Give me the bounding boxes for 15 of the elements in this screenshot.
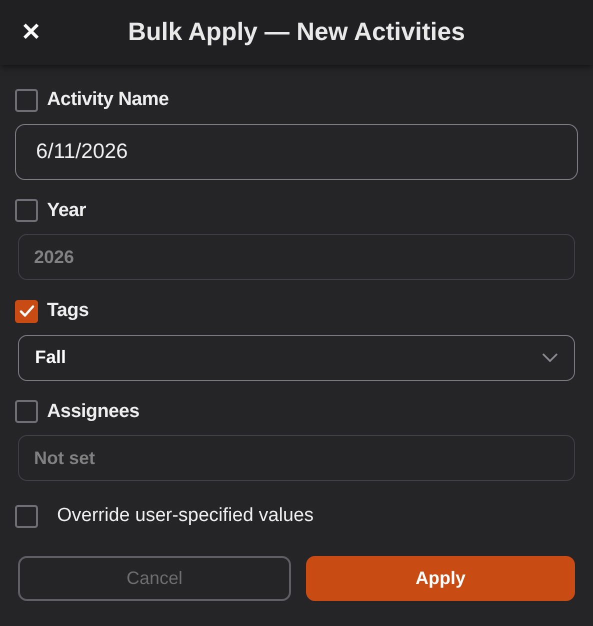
field-label: Tags: [47, 299, 89, 323]
field-label: Assignees: [47, 400, 140, 424]
apply-button[interactable]: Apply: [306, 556, 575, 600]
field-label: Year: [47, 198, 86, 222]
override-label: Override user-specified values: [57, 504, 314, 528]
window-title: Bulk Apply — New Activities: [126, 16, 466, 48]
field-label: Activity Name: [47, 88, 169, 112]
tags-dropdown[interactable]: Fall: [18, 334, 575, 380]
input-field[interactable]: 6/11/2026: [15, 124, 578, 180]
checkbox[interactable]: [15, 504, 38, 528]
checkmark-icon: [18, 303, 34, 320]
chevron-down-icon: [542, 352, 558, 362]
close-button[interactable]: ✕: [20, 20, 42, 44]
checkbox[interactable]: [15, 88, 38, 112]
checkbox[interactable]: [15, 300, 38, 323]
